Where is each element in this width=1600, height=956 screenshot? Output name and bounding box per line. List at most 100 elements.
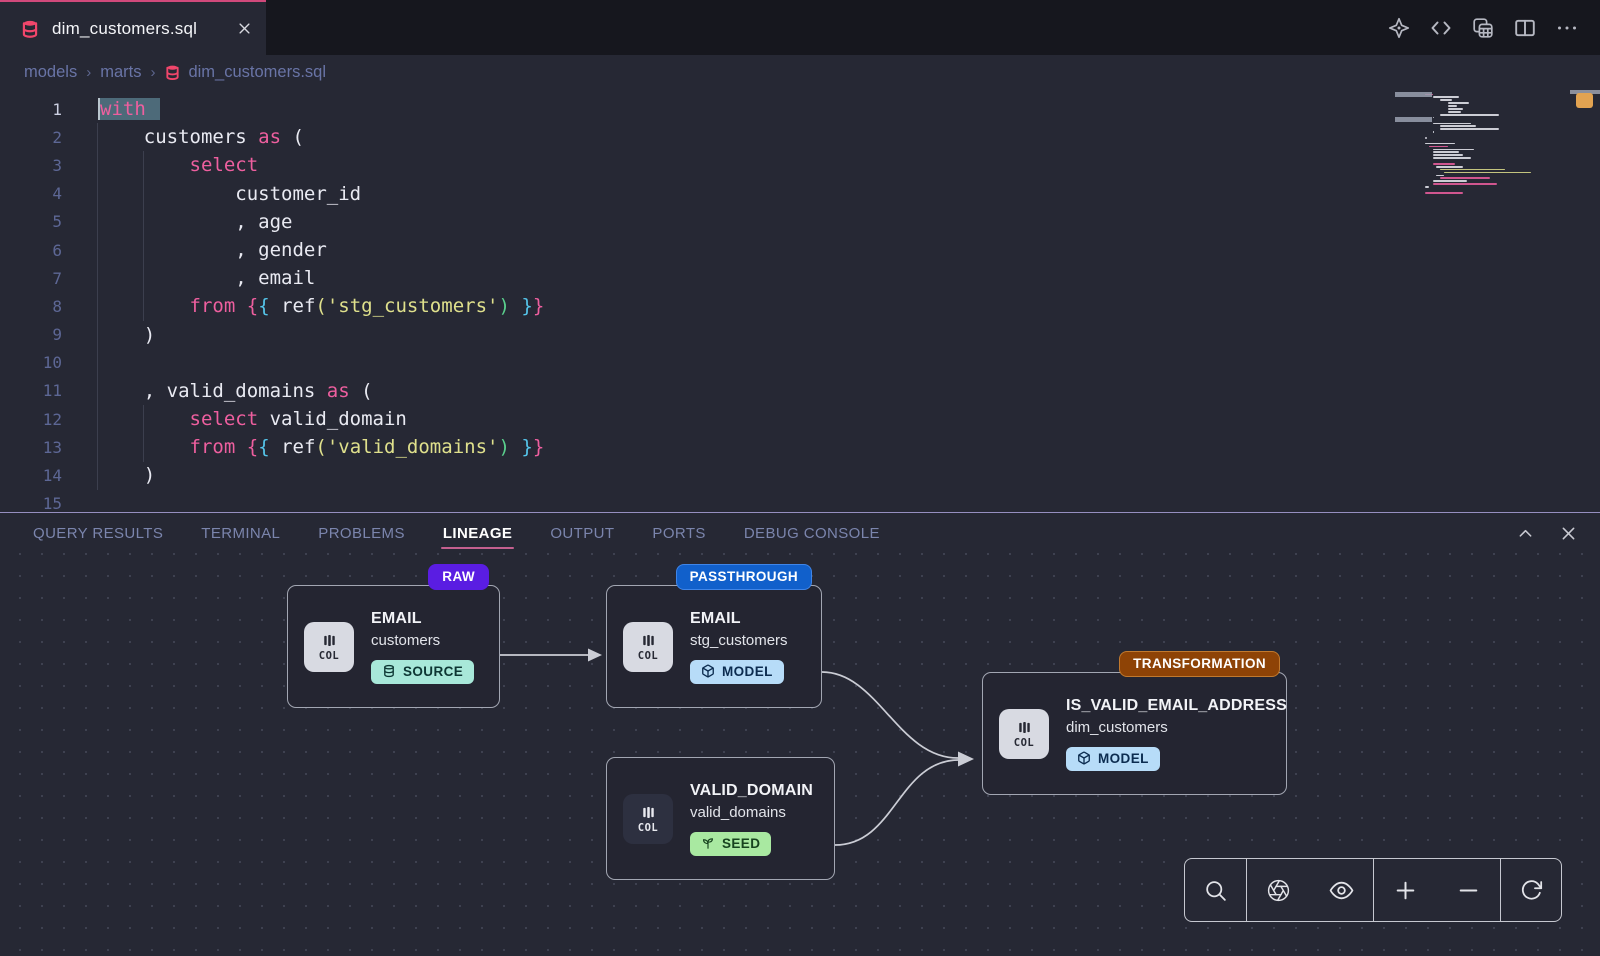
- node-table-name: stg_customers: [690, 632, 788, 649]
- zoom-out-button[interactable]: [1446, 859, 1492, 921]
- column-chip: COL: [623, 794, 673, 844]
- panel-tab-output[interactable]: OUTPUT: [550, 513, 614, 553]
- code-line[interactable]: 6 , gender: [0, 236, 1600, 264]
- line-number: 1: [0, 100, 62, 119]
- copy-table-button[interactable]: [1466, 11, 1500, 45]
- editor-tab[interactable]: dim_customers.sql: [0, 0, 266, 55]
- code-text: customers as (: [98, 123, 304, 151]
- code-line[interactable]: 13 from {{ ref('valid_domains') }}: [0, 433, 1600, 461]
- breadcrumb-item-models[interactable]: models: [24, 63, 77, 82]
- dbt-logo-icon: [1387, 16, 1411, 40]
- lineage-focus-button[interactable]: [1256, 859, 1302, 921]
- compiled-code-button[interactable]: [1424, 11, 1458, 45]
- code-line[interactable]: 12 select valid_domain: [0, 405, 1600, 433]
- column-chip-label: COL: [638, 822, 658, 834]
- search-icon: [1203, 878, 1228, 903]
- indent-guide: [143, 151, 144, 321]
- code-text: , valid_domains as (: [98, 377, 373, 405]
- cube-icon: [701, 664, 715, 678]
- panel-tab-query-results[interactable]: QUERY RESULTS: [33, 513, 163, 553]
- code-text: , age: [98, 208, 292, 236]
- breadcrumb-separator: ›: [150, 64, 155, 81]
- panel-tab-terminal[interactable]: TERMINAL: [201, 513, 280, 553]
- node-type-pill-source: SOURCE: [371, 660, 474, 684]
- seedling-icon: [701, 836, 715, 850]
- node-type-pill-model: MODEL: [690, 660, 784, 684]
- node-type-pill-seed: SEED: [690, 832, 771, 856]
- maximize-panel-button[interactable]: [1516, 524, 1535, 543]
- line-number: 5: [0, 212, 62, 231]
- bottom-panel-header: QUERY RESULTS TERMINAL PROBLEMS LINEAGE OUTP…: [0, 512, 1600, 553]
- lineage-node-customers[interactable]: RAWCOLEMAILcustomersSOURCE: [287, 585, 500, 708]
- cube-icon: [1077, 751, 1091, 765]
- toolbar-group: [1246, 859, 1373, 921]
- indent-guide: [143, 405, 144, 462]
- lineage-node-dim_customers[interactable]: TRANSFORMATIONCOLIS_VALID_EMAIL_ADDRESSd…: [982, 672, 1287, 795]
- lineage-node-valid_domains[interactable]: COL VALID_DOMAIN valid_domains SEED: [606, 757, 835, 880]
- close-icon: [1559, 524, 1578, 543]
- code-line[interactable]: 7 , email: [0, 264, 1600, 292]
- code-line[interactable]: 15: [0, 490, 1600, 512]
- line-number: 11: [0, 381, 62, 400]
- lineage-visibility-button[interactable]: [1319, 859, 1365, 921]
- dbt-power-user-button[interactable]: [1382, 11, 1416, 45]
- line-number: 6: [0, 241, 62, 260]
- code-text: with: [98, 95, 160, 123]
- line-number: 13: [0, 438, 62, 457]
- lineage-search-button[interactable]: [1193, 859, 1239, 921]
- lineage-canvas[interactable]: RAWCOLEMAILcustomersSOURCEPASSTHROUGHCOL…: [0, 553, 1600, 956]
- node-table-name: valid_domains: [690, 804, 813, 821]
- zoom-in-button[interactable]: [1383, 859, 1429, 921]
- breadcrumb-item-marts[interactable]: marts: [100, 63, 141, 82]
- breadcrumb-item-file[interactable]: dim_customers.sql: [164, 63, 326, 82]
- toolbar-group: [1500, 859, 1561, 921]
- code-line[interactable]: 14 ): [0, 461, 1600, 489]
- close-panel-button[interactable]: [1559, 524, 1578, 543]
- column-chip: COL: [623, 622, 673, 672]
- panel-tab-debug-console[interactable]: DEBUG CONSOLE: [744, 513, 880, 553]
- code-text: ): [98, 321, 155, 349]
- node-column-name: VALID_DOMAIN: [690, 782, 813, 800]
- tab-label: dim_customers.sql: [52, 19, 197, 39]
- pill-label: SOURCE: [403, 664, 463, 679]
- code-line[interactable]: 3 select: [0, 151, 1600, 179]
- split-editor-button[interactable]: [1508, 11, 1542, 45]
- pill-label: MODEL: [722, 664, 773, 679]
- code-text: , email: [98, 264, 315, 292]
- panel-tab-ports[interactable]: PORTS: [652, 513, 705, 553]
- breadcrumb: models › marts › dim_customers.sql: [0, 55, 1600, 90]
- edge-stg-to-dim: [822, 672, 958, 758]
- eye-icon: [1329, 878, 1354, 903]
- code-line[interactable]: 10: [0, 349, 1600, 377]
- chevron-up-icon: [1516, 524, 1535, 543]
- code-line[interactable]: 1 with: [0, 95, 1600, 123]
- node-column-name: EMAIL: [690, 610, 788, 628]
- line-number: 3: [0, 156, 62, 175]
- more-actions-button[interactable]: [1550, 11, 1584, 45]
- tab-close-button[interactable]: [237, 21, 252, 36]
- breadcrumb-file-label: dim_customers.sql: [188, 63, 326, 82]
- code-line[interactable]: 4 customer_id: [0, 180, 1600, 208]
- code-line[interactable]: 8 from {{ ref('stg_customers') }}: [0, 292, 1600, 320]
- code-line[interactable]: 2 customers as (: [0, 123, 1600, 151]
- code-lines: 1with2 customers as (3 select4 customer_…: [0, 95, 1600, 512]
- copy-table-icon: [1471, 16, 1495, 40]
- code-editor[interactable]: 1with2 customers as (3 select4 customer_…: [0, 90, 1600, 512]
- panel-tab-lineage[interactable]: LINEAGE: [443, 513, 512, 553]
- minimap[interactable]: [1425, 93, 1543, 253]
- code-line[interactable]: 9 ): [0, 321, 1600, 349]
- node-type-pill-model: MODEL: [1066, 747, 1160, 771]
- panel-tab-problems[interactable]: PROBLEMS: [318, 513, 405, 553]
- app-window: dim_customers.sql models › marts › dim_c…: [0, 0, 1600, 956]
- line-number: 8: [0, 297, 62, 316]
- split-editor-icon: [1513, 16, 1537, 40]
- tab-bar: dim_customers.sql: [0, 0, 1600, 55]
- code-line[interactable]: 11 , valid_domains as (: [0, 377, 1600, 405]
- refresh-lineage-button[interactable]: [1508, 859, 1554, 921]
- toolbar-group: [1373, 859, 1500, 921]
- line-number: 4: [0, 184, 62, 203]
- code-text: customer_id: [98, 180, 361, 208]
- lineage-node-stg_customers[interactable]: PASSTHROUGHCOLEMAILstg_customersMODEL: [606, 585, 822, 708]
- code-line[interactable]: 5 , age: [0, 208, 1600, 236]
- code-text: select: [98, 151, 258, 179]
